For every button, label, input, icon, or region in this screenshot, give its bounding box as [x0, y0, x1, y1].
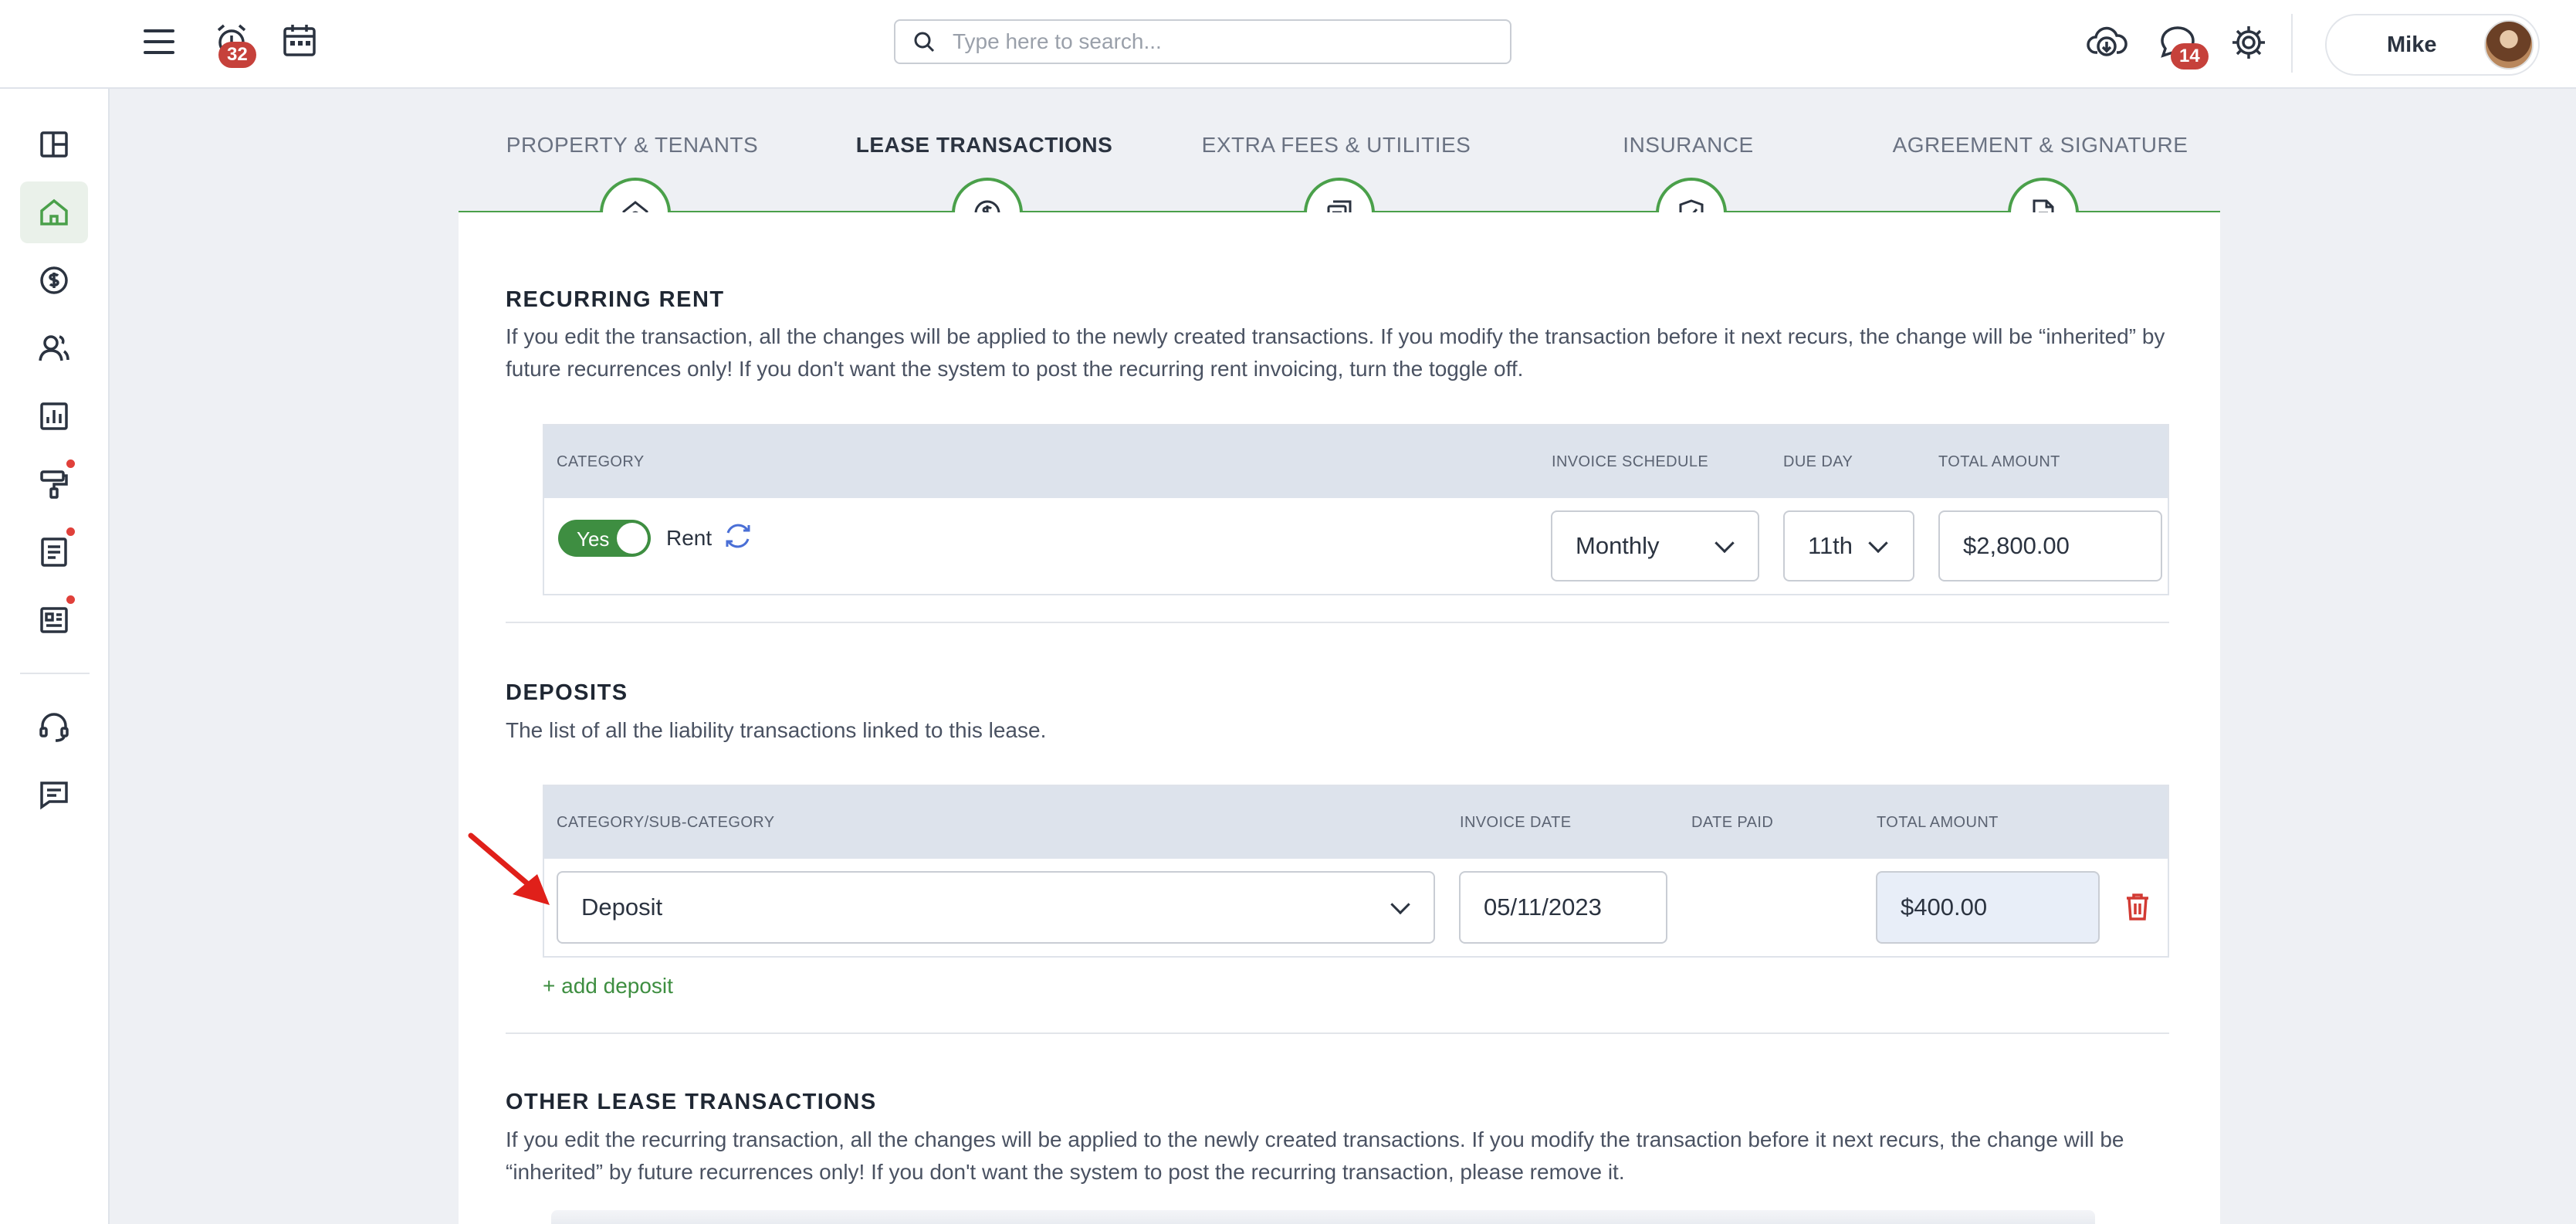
section-divider	[506, 1032, 2169, 1034]
sidebar-item-support[interactable]	[20, 696, 88, 758]
document-icon	[41, 537, 67, 567]
due-day-value: 11th	[1808, 532, 1853, 559]
deposit-category-select[interactable]: Deposit	[557, 871, 1435, 944]
deposit-amount-value: $400.00	[1901, 893, 1988, 921]
annotation-arrow-icon	[468, 832, 550, 905]
trash-icon	[2127, 893, 2148, 921]
column-header-category: CATEGORY/SUB-CATEGORY	[557, 814, 775, 831]
deposits-description: The list of all the liability transactio…	[506, 718, 1047, 742]
column-header-invoice-schedule: INVOICE SCHEDULE	[1552, 453, 1709, 470]
chevron-down-icon	[1868, 533, 1888, 554]
sidebar-item-listings[interactable]	[20, 589, 88, 651]
due-day-select[interactable]: 11th	[1783, 510, 1914, 581]
alert-dot	[66, 595, 75, 604]
table-row: Yes Rent Monthly 11th $2,800.00	[544, 498, 2168, 594]
chevron-down-icon	[1715, 533, 1735, 554]
invoice-schedule-value: Monthly	[1576, 532, 1660, 559]
column-header-total-amount: TOTAL AMOUNT	[1938, 453, 2060, 470]
message-icon	[40, 782, 68, 810]
section-divider	[506, 622, 2169, 623]
invoice-date-input[interactable]: 05/11/2023	[1459, 871, 1667, 944]
alert-dot	[66, 459, 75, 468]
home-icon	[40, 198, 68, 225]
column-header-due-day: DUE DAY	[1783, 453, 1853, 470]
total-amount-input[interactable]: $2,800.00	[1938, 510, 2162, 581]
sidebar-item-finance[interactable]	[20, 249, 88, 311]
column-header-date-paid: DATE PAID	[1691, 814, 1774, 831]
table-header: CATEGORY/SUB-CATEGORY INVOICE DATE DATE …	[544, 786, 2168, 859]
deposit-category-value: Deposit	[581, 893, 663, 921]
sidebar-item-documents[interactable]	[20, 521, 88, 583]
top-bar: 32 14 Mike	[0, 0, 2576, 89]
alert-dot	[66, 527, 75, 536]
invoice-date-value: 05/11/2023	[1484, 893, 1602, 921]
step-label-insurance[interactable]: INSURANCE	[1623, 133, 1753, 158]
user-name: Mike	[2387, 32, 2437, 57]
step-label-property-tenants[interactable]: PROPERTY & TENANTS	[506, 133, 758, 158]
headset-icon	[39, 713, 69, 742]
calendar-icon[interactable]	[278, 19, 321, 62]
step-label-extra-fees[interactable]: EXTRA FEES & UTILITIES	[1202, 133, 1471, 158]
avatar	[2484, 20, 2534, 70]
other-transactions-description: If you edit the recurring transaction, a…	[506, 1127, 2124, 1184]
sidebar-divider	[20, 673, 90, 674]
add-deposit-link[interactable]: + add deposit	[543, 974, 673, 999]
people-icon	[39, 335, 69, 361]
deposit-amount-input[interactable]: $400.00	[1876, 871, 2100, 944]
chevron-down-icon	[1390, 894, 1410, 915]
category-label: Rent	[666, 526, 713, 550]
paint-roller-icon	[40, 470, 68, 499]
user-menu[interactable]: Mike	[2325, 14, 2540, 76]
step-label-agreement[interactable]: AGREEMENT & SIGNATURE	[1893, 133, 2188, 158]
sidebar-item-home[interactable]	[20, 181, 88, 243]
deposits-table: CATEGORY/SUB-CATEGORY INVOICE DATE DATE …	[543, 785, 2169, 958]
other-transactions-table-edge	[551, 1210, 2095, 1224]
recurring-icon	[726, 524, 750, 548]
gear-icon[interactable]	[2226, 20, 2271, 65]
recurring-rent-title: RECURRING RENT	[506, 287, 725, 312]
lease-transactions-card: RECURRING RENT If you edit the transacti…	[459, 212, 2220, 1224]
other-transactions-title: OTHER LEASE TRANSACTIONS	[506, 1090, 877, 1114]
dollar-icon	[40, 266, 68, 294]
sidebar-item-dashboard[interactable]	[20, 114, 88, 175]
chat-count-badge: 14	[2171, 43, 2209, 70]
sidebar-item-reports[interactable]	[20, 385, 88, 447]
header-divider	[2291, 14, 2293, 73]
sidebar-item-maintenance[interactable]	[20, 453, 88, 515]
table-row: Deposit 05/11/2023 $400.00	[544, 859, 2168, 956]
step-label-lease-transactions[interactable]: LEASE TRANSACTIONS	[856, 133, 1113, 158]
sidebar-item-people[interactable]	[20, 317, 88, 379]
toggle-label: Yes	[577, 527, 610, 551]
search-input[interactable]	[953, 29, 1478, 54]
deposits-title: DEPOSITS	[506, 680, 628, 705]
toggle-knob	[617, 523, 648, 554]
sidebar-item-messages[interactable]	[20, 764, 88, 826]
sidebar	[0, 89, 110, 1224]
search-box[interactable]	[894, 19, 1511, 64]
table-header: CATEGORY INVOICE SCHEDULE DUE DAY TOTAL …	[544, 426, 2168, 498]
hamburger-menu-icon[interactable]	[139, 22, 179, 62]
column-header-invoice-date: INVOICE DATE	[1460, 814, 1572, 831]
cloud-download-icon[interactable]	[2083, 19, 2131, 66]
newspaper-icon	[40, 607, 68, 633]
recurring-rent-description: If you edit the transaction, all the cha…	[506, 324, 2165, 381]
invoice-schedule-select[interactable]: Monthly	[1551, 510, 1759, 581]
recurring-rent-table: CATEGORY INVOICE SCHEDULE DUE DAY TOTAL …	[543, 424, 2169, 595]
chart-icon	[40, 402, 68, 430]
alarm-count-badge: 32	[218, 42, 256, 68]
column-header-total-amount: TOTAL AMOUNT	[1877, 814, 1999, 831]
dashboard-icon	[40, 131, 68, 158]
recurring-toggle[interactable]: Yes	[558, 520, 651, 557]
column-header-category: CATEGORY	[557, 453, 645, 470]
delete-deposit-button[interactable]	[2121, 890, 2155, 924]
total-amount-value: $2,800.00	[1963, 532, 2070, 559]
search-icon	[914, 32, 935, 53]
